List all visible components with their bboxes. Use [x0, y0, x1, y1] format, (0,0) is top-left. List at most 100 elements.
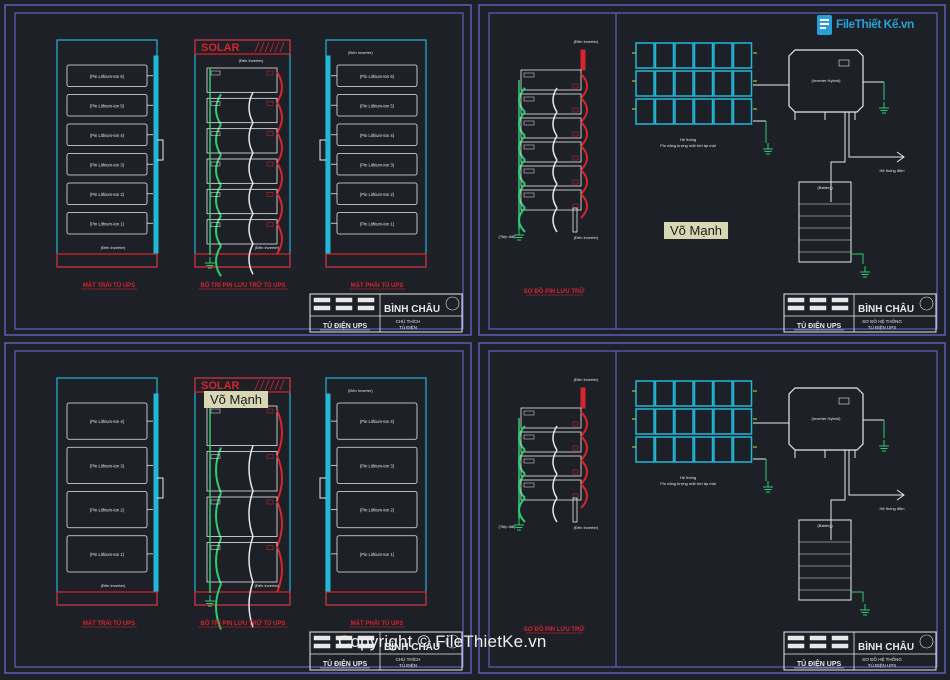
pv-label-line-2: Pin năng lượng mặt trời áp mái: [660, 143, 716, 148]
positive-jumper: [276, 132, 283, 164]
battery-module: [518, 69, 588, 113]
battery-cell-label: (Pin Lithium-Ion 5): [360, 103, 395, 108]
header-hatch: [279, 379, 285, 391]
title-block-field: [313, 635, 331, 641]
logo-main: FileThiết Kế: [836, 17, 899, 31]
battery-cell-label: (Pin Lithium-Ion 6): [360, 74, 395, 79]
ground-label: (Tiếp đất): [499, 234, 517, 239]
pv-panel: [654, 408, 675, 435]
module-display: [210, 408, 221, 414]
battery-cell-label: (Pin Lithium-Ion 4): [360, 133, 395, 138]
module-display: [523, 96, 535, 102]
company-name: BÌNH CHÂU: [858, 302, 914, 315]
battery-cell: (Pin Lithium-Ion 3): [331, 153, 418, 176]
pv-panel: [674, 380, 694, 407]
module-display: [523, 168, 535, 174]
cabinet-base: [325, 591, 427, 606]
positive-jumper: [276, 71, 283, 103]
left-view-title: MẶT TRÁI TỦ UPS: [83, 620, 135, 627]
right-view-title: MẶT PHẢI TỦ UPS: [351, 620, 404, 627]
positive-jumper: [276, 500, 283, 547]
battery-rack-layout: SOLAR(Đến Inverter)(Đến Inverter)BỐ TRÍ …: [194, 377, 291, 630]
grid-label: Hệ thống điện: [880, 168, 905, 173]
cabinet-side-rail: [325, 393, 331, 592]
inverter-display: [838, 59, 850, 67]
module-terminal: [572, 155, 579, 161]
battery-cell-label: (Pin Lithium-Ion 2): [360, 508, 395, 513]
pv-panel: [713, 42, 733, 69]
module-terminal: [572, 179, 579, 185]
battery-module-box: [206, 405, 278, 446]
title-block: BÌNH CHÂUTỦ ĐIỆN UPSSƠ ĐỒ HỆ THỐNGTỦ ĐIỆ…: [783, 631, 937, 671]
pv-panel: [732, 380, 753, 407]
battery-cell: (Pin Lithium-Ion 4): [331, 123, 418, 146]
module-terminal: [266, 408, 274, 414]
site-logo[interactable]: FileThiết Kế.vn: [814, 8, 944, 44]
battery-cell-label: (Pin Lithium-Ion 1): [90, 552, 125, 557]
title-block-field: [809, 635, 827, 641]
pv-panel: [713, 408, 733, 435]
module-display: [210, 70, 221, 76]
pv-label-line-1: Hệ thống: [680, 137, 696, 142]
title-note-2: TỦ ĐIỆN: [399, 323, 417, 330]
ground-icon: [205, 595, 215, 607]
link-cable: [248, 182, 254, 215]
pv-panel: [732, 42, 753, 69]
inverter-to-battery: [830, 450, 846, 540]
battery-module-box: [206, 67, 278, 93]
negative-jumper: [215, 124, 222, 156]
link-cable: [552, 473, 558, 499]
battery-cell: (Pin Lithium-Ion 3): [66, 153, 153, 176]
battery-tower: (Battery): [798, 519, 870, 616]
module-terminal: [572, 445, 579, 451]
pv-panel: [674, 408, 694, 435]
battery-stack-diagram: (Đến Inverter) (Tiếp đất) (Đến Inverter) SƠ…: [499, 39, 599, 296]
battery-module: [206, 67, 283, 126]
pv-panel: [732, 436, 753, 463]
pv-panel: [713, 436, 733, 463]
module-terminal: [266, 192, 274, 197]
module-terminal: [266, 101, 274, 106]
negative-jumper: [215, 184, 222, 217]
battery-cell-label: (Pin Lithium-Ion 5): [90, 103, 125, 108]
link-cable: [552, 183, 558, 209]
pv-panel: [654, 436, 675, 463]
module-terminal: [266, 70, 274, 76]
battery-module: [206, 158, 283, 217]
link-cable: [552, 207, 558, 233]
battery-diagram-title: SƠ ĐỒ PIN LƯU TRỮ: [524, 288, 585, 295]
link-cable: [248, 445, 254, 492]
pv-panel: [654, 42, 675, 69]
positive-jumper: [580, 169, 588, 195]
battery-cell: (Pin Lithium-Ion 4): [66, 402, 153, 440]
grid-label: Hệ thống điện: [880, 506, 905, 511]
module-terminal: [572, 493, 579, 499]
title-block-field: [831, 643, 849, 649]
module-display: [523, 410, 535, 416]
positive-jumper: [276, 192, 283, 225]
module-terminal: [266, 161, 274, 167]
pv-panel: [732, 408, 753, 435]
pv-panel: [654, 380, 675, 407]
positive-jumper: [580, 435, 588, 461]
title-block-field: [787, 635, 805, 641]
header-hatch: [259, 379, 265, 391]
battery-cell-label: (Pin Lithium-Ion 1): [90, 221, 125, 226]
module-terminal: [572, 83, 579, 89]
title-block-field: [809, 297, 827, 303]
pv-panel: [635, 436, 655, 463]
drawing-name: TỦ ĐIỆN UPS: [323, 659, 368, 668]
right-cabinet-view: (Đến Inverter) (Pin Lithium-Ion 4) (Pin Li…: [319, 377, 427, 628]
to-inverter-label: (Đến Inverter): [101, 583, 126, 588]
link-cable: [552, 497, 558, 523]
hybrid-inverter: (Inverter Hybrid) Hệ thống điện: [788, 49, 905, 202]
link-cable: [248, 91, 254, 124]
pv-panel: [732, 70, 753, 97]
logo-file-icon: [817, 15, 832, 35]
module-terminal: [266, 131, 274, 136]
author-badge: Võ Mạnh: [204, 391, 269, 408]
pv-panel: [693, 408, 714, 435]
battery-module: [206, 97, 283, 156]
link-cable: [552, 159, 558, 185]
header-hatch: [269, 41, 275, 53]
